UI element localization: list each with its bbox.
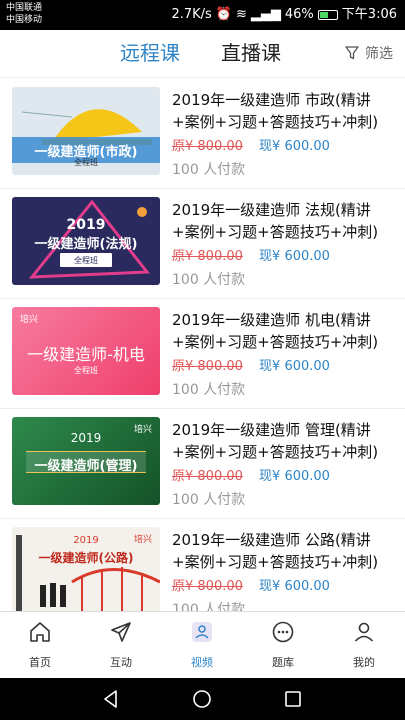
thumbnail-caption: 一级建造师-机电	[27, 345, 145, 364]
nav-video[interactable]: 视频	[172, 620, 232, 670]
course-thumbnail: 培兴 2019 一级建造师(公路)	[12, 527, 160, 611]
course-item[interactable]: 2019 一级建造师(法规) 全程班 2019年一级建造师 法规(精讲+案例+习…	[0, 189, 405, 299]
nav-interact-label: 互动	[110, 656, 132, 669]
system-nav-bar	[0, 678, 405, 720]
course-thumbnail: 培兴 2019 一级建造师(管理)	[12, 417, 160, 505]
current-price: 现¥ 600.00	[259, 469, 330, 484]
carrier-1: 中国联通	[6, 3, 43, 13]
thumbnail-subcaption: 全程班	[74, 366, 98, 375]
thumbnail-year: 2019	[73, 535, 99, 546]
tab-live-course[interactable]: 直播课	[221, 39, 281, 67]
network-speed: 2.7K/s	[171, 7, 212, 22]
original-price: 原¥ 800.00	[172, 579, 243, 594]
buyer-count: 100 人付款	[172, 272, 246, 288]
price-row: 原¥ 800.00 现¥ 600.00	[172, 465, 330, 484]
filter-label: 筛选	[365, 46, 393, 62]
thumbnail-subcaption: 全程班	[74, 256, 98, 265]
course-title[interactable]: 2019年一级建造师 机电(精讲+案例+习题+答题技巧+冲刺)	[172, 309, 397, 353]
course-title[interactable]: 2019年一级建造师 市政(精讲+案例+习题+答题技巧+冲刺)	[172, 89, 397, 133]
original-price: 原¥ 800.00	[172, 249, 243, 264]
original-price: 原¥ 800.00	[172, 469, 243, 484]
thumbnail-caption: 一级建造师(公路)	[38, 551, 134, 565]
recent-apps-icon[interactable]	[283, 689, 303, 709]
tab-remote-course[interactable]: 远程课	[120, 39, 180, 67]
more-dots-icon	[272, 621, 294, 643]
filter-button[interactable]: 筛选	[345, 43, 393, 63]
filter-icon	[345, 46, 359, 60]
nav-mine-label: 我的	[353, 656, 375, 669]
price-row: 原¥ 800.00 现¥ 600.00	[172, 135, 330, 154]
nav-interact[interactable]: 互动	[91, 620, 151, 670]
status-bar: 中国联通 中国移动 2.7K/s ⏰ ≋ ▂▄▆ 46% 下午3:06	[0, 0, 405, 30]
signal-icon: ▂▄▆	[250, 7, 281, 22]
thumbnail-year: 2019	[66, 217, 106, 233]
header: 远程课 直播课 筛选	[0, 30, 405, 78]
course-title[interactable]: 2019年一级建造师 公路(精讲+案例+习题+答题技巧+冲刺)	[172, 529, 397, 573]
video-icon	[192, 622, 212, 642]
send-icon	[111, 622, 131, 642]
price-row: 原¥ 800.00 现¥ 600.00	[172, 355, 330, 374]
nav-home-label: 首页	[29, 656, 51, 669]
thumbnail-caption: 一级建造师(管理)	[34, 459, 138, 474]
bottom-nav: 首页 互动 视频 题库 我的	[0, 611, 405, 678]
clock: 下午3:06	[341, 7, 397, 22]
course-item[interactable]: 一级建造师(市政) 全程班 2019年一级建造师 市政(精讲+案例+习题+答题技…	[0, 79, 405, 189]
current-price: 现¥ 600.00	[259, 249, 330, 264]
buyer-count: 100 人付款	[172, 492, 246, 508]
home-icon	[30, 622, 50, 642]
buyer-count: 100 人付款	[172, 162, 246, 178]
nav-home[interactable]: 首页	[10, 620, 70, 670]
carrier-2: 中国移动	[6, 15, 43, 25]
nav-question-bank-label: 题库	[272, 656, 294, 669]
nav-question-bank[interactable]: 题库	[253, 620, 313, 670]
wifi-icon: ≋	[235, 7, 247, 22]
original-price: 原¥ 800.00	[172, 139, 243, 154]
price-row: 原¥ 800.00 现¥ 600.00	[172, 575, 330, 594]
course-title[interactable]: 2019年一级建造师 管理(精讲+案例+习题+答题技巧+冲刺)	[172, 419, 397, 463]
course-thumbnail: 一级建造师(市政) 全程班	[12, 87, 160, 175]
buyer-count: 100 人付款	[172, 602, 246, 611]
carrier-info: 中国联通 中国移动	[6, 2, 42, 26]
course-item[interactable]: 培兴 2019 一级建造师(公路) 2019年一级建造师 公路(精讲+案例+习题…	[0, 519, 405, 611]
nav-mine[interactable]: 我的	[334, 620, 394, 670]
course-item[interactable]: 培兴 2019 一级建造师(管理) 2019年一级建造师 管理(精讲+案例+习题…	[0, 409, 405, 519]
status-indicators: 2.7K/s ⏰ ≋ ▂▄▆ 46% 下午3:06	[171, 6, 397, 24]
course-list[interactable]: 一级建造师(市政) 全程班 2019年一级建造师 市政(精讲+案例+习题+答题技…	[0, 79, 405, 611]
price-row: 原¥ 800.00 现¥ 600.00	[172, 245, 330, 264]
battery-percent: 46%	[284, 7, 314, 22]
course-item[interactable]: 培兴 一级建造师-机电 全程班 2019年一级建造师 机电(精讲+案例+习题+答…	[0, 299, 405, 409]
back-icon[interactable]	[101, 689, 121, 709]
current-price: 现¥ 600.00	[259, 359, 330, 374]
nav-video-label: 视频	[191, 656, 213, 669]
current-price: 现¥ 600.00	[259, 579, 330, 594]
course-thumbnail: 2019 一级建造师(法规) 全程班	[12, 197, 160, 285]
buyer-count: 100 人付款	[172, 382, 246, 398]
course-thumbnail: 培兴 一级建造师-机电 全程班	[12, 307, 160, 395]
thumbnail-subcaption: 全程班	[74, 158, 98, 167]
original-price: 原¥ 800.00	[172, 359, 243, 374]
alarm-icon: ⏰	[215, 7, 232, 22]
thumbnail-logo: 培兴	[20, 315, 39, 325]
battery-icon	[317, 10, 338, 20]
course-title[interactable]: 2019年一级建造师 法规(精讲+案例+习题+答题技巧+冲刺)	[172, 199, 397, 243]
thumbnail-caption: 一级建造师(法规)	[34, 237, 138, 252]
user-icon	[354, 622, 374, 642]
thumbnail-year: 2019	[70, 431, 102, 445]
home-circle-icon[interactable]	[192, 689, 212, 709]
current-price: 现¥ 600.00	[259, 139, 330, 154]
